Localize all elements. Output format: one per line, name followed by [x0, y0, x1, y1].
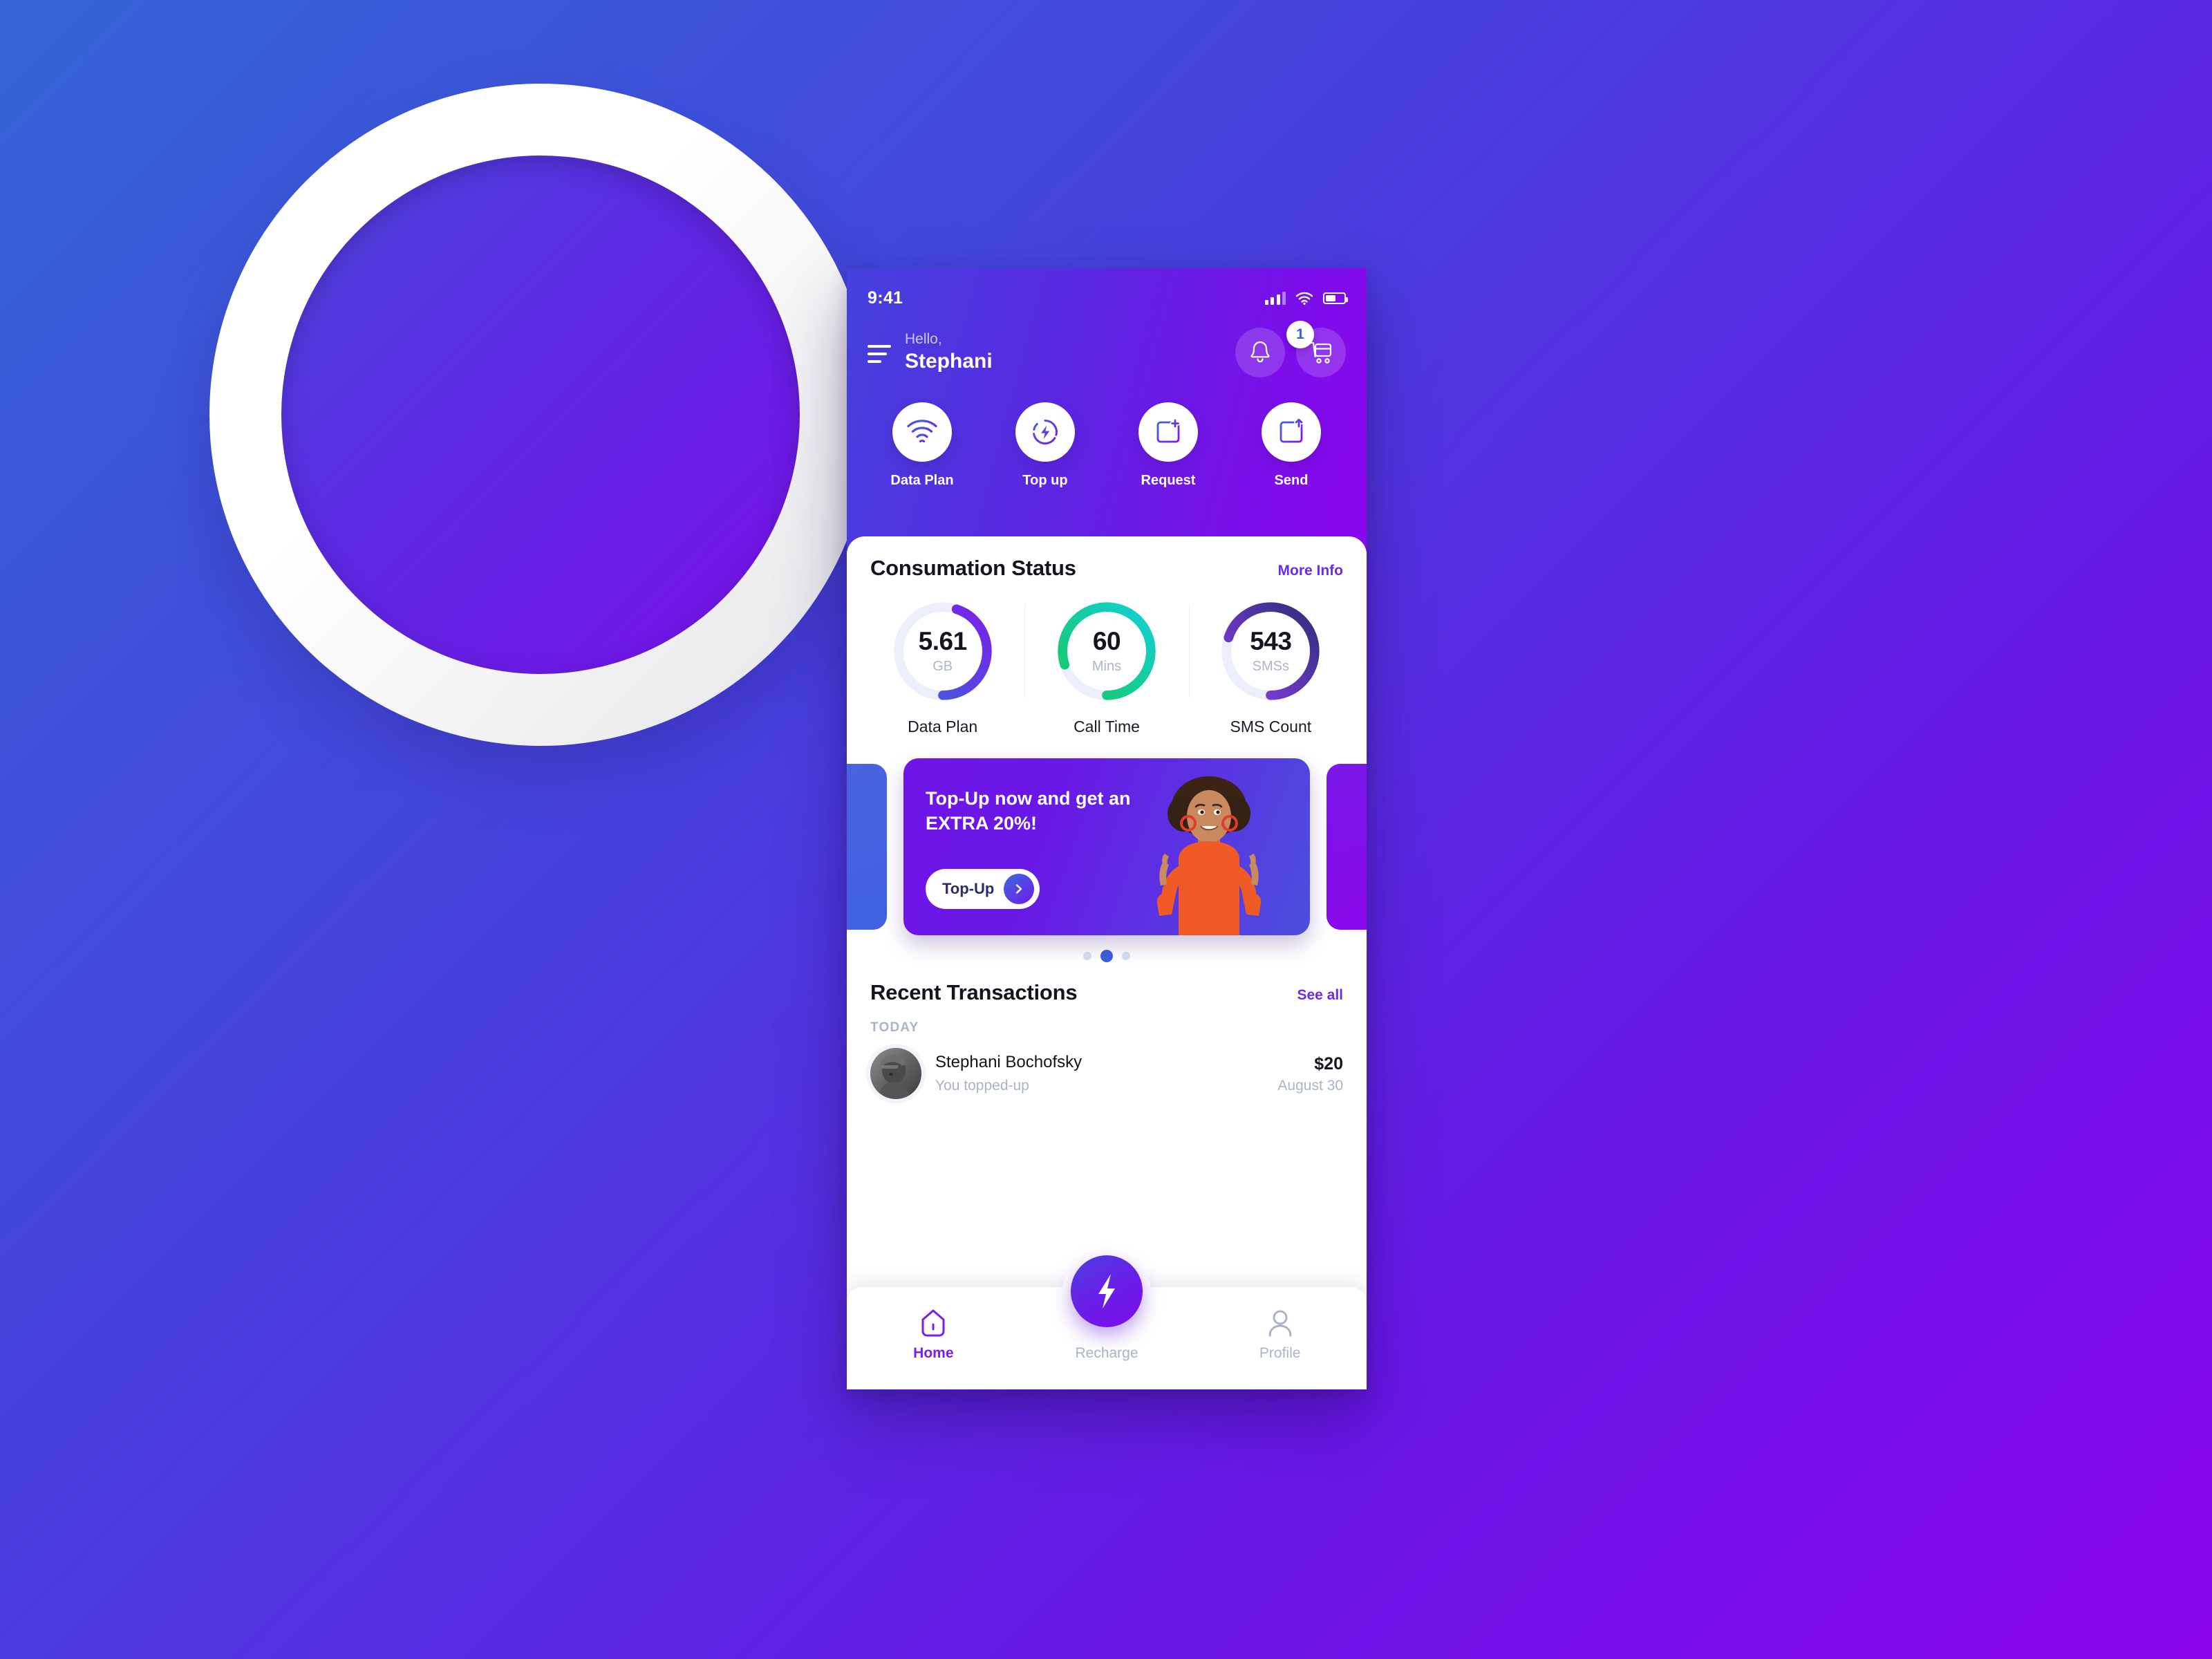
see-all-link[interactable]: See all [1297, 987, 1343, 1004]
greeting-row: Hello, Stephani 1 [868, 321, 1346, 377]
transactions-title: Recent Transactions [870, 980, 1078, 1004]
transaction-amount: $20 [1314, 1053, 1343, 1074]
lightning-bolt-circle-icon [1032, 420, 1058, 444]
donut-chart: 60 Mins [1054, 599, 1159, 704]
quick-action-icon-bubble [1015, 402, 1075, 462]
metric-label: Call Time [1074, 718, 1140, 735]
battery-icon [1323, 292, 1348, 304]
transaction-date: August 30 [1277, 1078, 1343, 1094]
greeting-block: Hello, Stephani [905, 330, 1235, 375]
tab-label: Home [913, 1345, 954, 1361]
quick-action-request[interactable]: Request [1116, 402, 1220, 489]
carousel-dot[interactable] [1122, 952, 1130, 960]
quick-action-label: Data Plan [890, 473, 954, 488]
greeting-text: Hello, [905, 331, 942, 348]
metric-value: 60 [1092, 626, 1121, 655]
bottom-navigation: Home Recharge Profile [847, 1255, 1367, 1389]
carousel-dot-active[interactable] [1100, 950, 1113, 962]
bell-icon [1250, 341, 1270, 363]
signal-bars-icon [1264, 291, 1286, 305]
consumption-metrics: 5.61 GB Data Plan 60 Mins Call Time 543 … [847, 599, 1367, 736]
wifi-icon [1295, 292, 1313, 305]
carousel-dot[interactable] [1083, 952, 1091, 960]
transaction-details: Stephani Bochofsky You topped-up [935, 1051, 1264, 1096]
status-bar: 9:41 [868, 283, 1348, 312]
status-icons [1264, 291, 1348, 305]
home-icon [847, 1305, 1020, 1341]
donut-chart: 543 SMSs [1218, 599, 1323, 704]
tab-home[interactable]: Home [847, 1305, 1020, 1362]
promo-cta-button[interactable]: Top-Up [926, 869, 1040, 909]
transactions-group-label: TODAY [870, 1020, 919, 1035]
quick-action-label: Top up [1022, 473, 1068, 488]
phone-mockup: 9:41 Hello, Stephani 1 Data Plan Top up … [847, 268, 1367, 1389]
transaction-name: Stephani Bochofsky [935, 1052, 1082, 1071]
hamburger-menu-icon[interactable] [868, 345, 891, 363]
metric-data-plan: 5.61 GB Data Plan [861, 599, 1024, 736]
header-actions: 1 [1235, 321, 1346, 377]
donut-chart: 5.61 GB [890, 599, 995, 704]
metric-label: Data Plan [908, 718, 978, 735]
transaction-subtitle: You topped-up [935, 1077, 1029, 1094]
avatar [870, 1048, 921, 1099]
chevron-right-icon [1004, 874, 1035, 904]
quick-action-icon-bubble [1262, 402, 1321, 462]
metric-value: 5.61 [918, 626, 968, 655]
app-header: 9:41 Hello, Stephani 1 Data Plan Top up … [847, 268, 1367, 552]
ring-inner-hole [281, 156, 800, 674]
promo-cta-label: Top-Up [942, 880, 995, 897]
promo-slide-next[interactable] [1327, 764, 1367, 930]
promo-carousel[interactable]: Top-Up now and get an EXTRA 20%! Top-Up [847, 754, 1367, 939]
woman-pointing-up-photo [1156, 776, 1262, 935]
tab-profile[interactable]: Profile [1193, 1305, 1367, 1362]
content-sheet: Consumation Status More Info 5.61 GB Dat… [847, 536, 1367, 1389]
metric-unit: SMSs [1252, 658, 1289, 674]
metric-value: 543 [1250, 626, 1292, 655]
promo-slide-prev[interactable] [847, 764, 887, 930]
lightning-bolt-icon [1098, 1274, 1115, 1309]
shopping-cart-icon [1309, 341, 1332, 364]
recharge-fab-button[interactable] [1071, 1255, 1143, 1327]
cart-badge: 1 [1286, 321, 1314, 348]
quick-actions: Data Plan Top up Request Send [868, 402, 1346, 489]
consumption-header: Consumation Status More Info [847, 536, 1367, 581]
metric-call-time: 60 Mins Call Time [1024, 599, 1188, 736]
more-info-link[interactable]: More Info [1278, 563, 1344, 579]
user-name: Stephani [905, 350, 993, 373]
consumption-title: Consumation Status [870, 556, 1076, 580]
quick-action-icon-bubble [892, 402, 952, 462]
metric-sms-count: 543 SMSs SMS Count [1188, 599, 1353, 736]
donut-center: 60 Mins [1054, 599, 1159, 704]
carousel-dots[interactable] [847, 950, 1367, 962]
metric-unit: Mins [1091, 658, 1122, 674]
donut-center: 543 SMSs [1218, 599, 1323, 704]
quick-action-data-plan[interactable]: Data Plan [870, 402, 974, 489]
status-time: 9:41 [868, 288, 903, 308]
transaction-row[interactable]: Stephani Bochofsky You topped-up $20 Aug… [847, 1035, 1367, 1099]
metric-label: SMS Count [1230, 718, 1312, 735]
card-plus-icon [1156, 418, 1181, 443]
quick-action-icon-bubble [1138, 402, 1198, 462]
quick-action-label: Request [1141, 473, 1196, 488]
quick-action-top-up[interactable]: Top up [993, 402, 1097, 489]
card-arrow-up-icon [1280, 418, 1304, 443]
promo-headline: Top-Up now and get an EXTRA 20%! [926, 788, 1131, 834]
quick-action-label: Send [1274, 473, 1309, 488]
cart-button[interactable]: 1 [1286, 321, 1346, 377]
wifi-signal-icon [907, 420, 937, 442]
transaction-amount-block: $20 August 30 [1277, 1053, 1343, 1095]
promo-slide-active[interactable]: Top-Up now and get an EXTRA 20%! Top-Up [903, 758, 1310, 935]
quick-action-send[interactable]: Send [1239, 402, 1343, 489]
tab-label: Profile [1259, 1345, 1301, 1361]
metric-unit: GB [932, 658, 953, 674]
transactions-header: Recent Transactions See all [847, 962, 1367, 1005]
notifications-button[interactable] [1235, 328, 1285, 377]
tab-label: Recharge [1075, 1345, 1138, 1361]
person-icon [1193, 1305, 1367, 1341]
donut-center: 5.61 GB [890, 599, 995, 704]
decorative-ring [209, 84, 872, 746]
